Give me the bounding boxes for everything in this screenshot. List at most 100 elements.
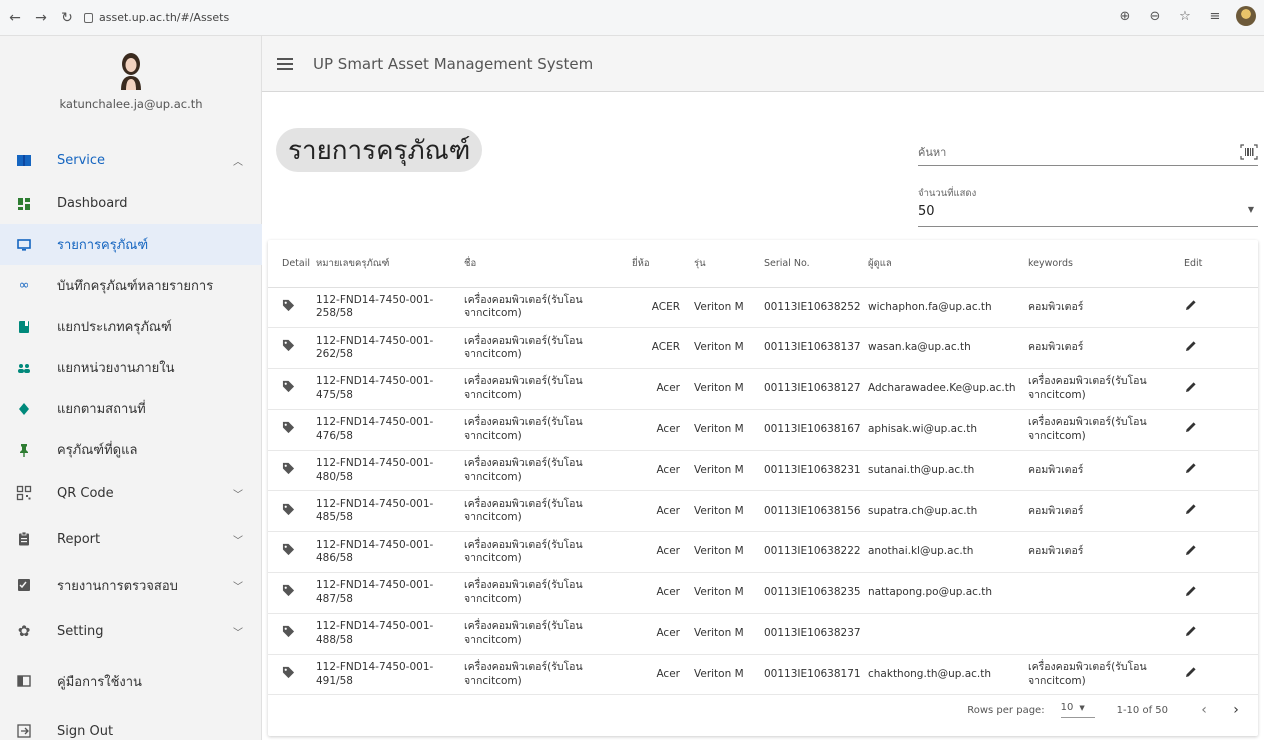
pencil-icon[interactable] (1184, 298, 1198, 312)
next-page-icon[interactable]: › (1226, 702, 1246, 718)
sidebar-item-label: Dashboard (57, 196, 128, 211)
model-cell: Veriton M (690, 572, 760, 614)
sidebar-item-service[interactable]: Service ︿ (0, 137, 262, 183)
tag-icon[interactable] (282, 462, 295, 475)
zoom-icon[interactable]: ⊖ (1146, 9, 1164, 24)
tag-icon[interactable] (282, 543, 295, 556)
pencil-icon[interactable] (1184, 543, 1198, 557)
browser-profile-avatar[interactable] (1236, 6, 1256, 26)
sidebar-item-manual[interactable]: คู่มือการใช้งาน (0, 654, 262, 708)
table-row: 112-FND14-7450-001-480/58 เครื่องคอมพิวเ… (268, 450, 1258, 492)
caret-down-icon: ▼ (1079, 704, 1085, 712)
chevron-down-icon: ﹀ (233, 627, 243, 639)
pencil-icon[interactable] (1184, 420, 1198, 434)
lock-icon (84, 12, 93, 23)
sidebar-item-dashboard[interactable]: Dashboard (0, 183, 262, 224)
owner-cell: anothai.kl@up.ac.th (864, 531, 1024, 574)
tag-icon[interactable] (282, 299, 295, 312)
display-count-select[interactable]: จำนวนที่แสดง 50 ▼ (918, 186, 1258, 227)
serial-cell: 00113IE10638127 (760, 368, 864, 410)
edit-cell (1184, 368, 1258, 410)
col-owner: ผู้ดูแล (864, 240, 1024, 288)
back-arrow-icon[interactable]: ← (4, 7, 26, 29)
edit-cell (1184, 327, 1258, 370)
tag-icon[interactable] (282, 503, 295, 516)
barcode-scan-icon[interactable] (1240, 144, 1258, 160)
edit-cell (1184, 409, 1258, 451)
reading-list-icon[interactable]: ≡ (1206, 9, 1224, 24)
pencil-icon[interactable] (1184, 461, 1198, 475)
table-row: 112-FND14-7450-001-258/58 เครื่องคอมพิวเ… (268, 287, 1258, 329)
address-bar[interactable]: asset.up.ac.th/#/Assets (84, 6, 229, 30)
chevron-down-icon: ﹀ (233, 581, 243, 593)
brand-cell: Acer (628, 368, 690, 410)
asset-number-cell: 112-FND14-7450-001-258/58 (312, 287, 460, 329)
pencil-icon[interactable] (1184, 624, 1198, 638)
edit-cell (1184, 531, 1258, 574)
browser-toolbar: ← → ↻ asset.up.ac.th/#/Assets ⊕ ⊖ ☆ ≡ (0, 0, 1264, 36)
reload-icon[interactable]: ↻ (56, 7, 78, 29)
pencil-icon[interactable] (1184, 380, 1198, 394)
pencil-icon[interactable] (1184, 339, 1198, 353)
sidebar-item-sign-out[interactable]: Sign Out (0, 708, 262, 754)
chevron-up-icon: ︿ (233, 156, 243, 168)
tag-icon[interactable] (282, 666, 295, 679)
sidebar-item-my-assets[interactable]: ครุภัณฑ์ที่ดูแล (0, 429, 262, 470)
sidebar-item-report[interactable]: Report ﹀ (0, 516, 262, 562)
sidebar-item-by-type[interactable]: แยกประเภทครุภัณฑ์ (0, 306, 262, 347)
sidebar-item-asset-list[interactable]: รายการครุภัณฑ์ (0, 224, 262, 265)
tag-icon[interactable] (282, 584, 295, 597)
prev-page-icon[interactable]: ‹ (1194, 702, 1214, 718)
table-row: 112-FND14-7450-001-488/58 เครื่องคอมพิวเ… (268, 613, 1258, 655)
asset-number-cell: 112-FND14-7450-001-476/58 (312, 409, 460, 451)
col-brand: ยี่ห้อ (628, 240, 690, 288)
star-icon[interactable]: ☆ (1176, 9, 1194, 24)
col-asset-number: หมายเลขครุภัณฑ์ (312, 240, 460, 288)
chevron-down-icon: ﹀ (233, 489, 243, 501)
sidebar-item-label: แยกตามสถานที่ (57, 402, 146, 417)
tag-icon[interactable] (282, 339, 295, 352)
sidebar-item-qr-code[interactable]: QR Code ﹀ (0, 470, 262, 516)
table-pagination: Rows per page: 10 ▼ 1-10 of 50 ‹ › (268, 684, 1258, 736)
forward-arrow-icon[interactable]: → (30, 7, 52, 29)
model-cell: Veriton M (690, 490, 760, 533)
name-cell: เครื่องคอมพิวเตอร์(รับโอนจากcitcom) (460, 409, 628, 451)
keywords-cell: คอมพิวเตอร์ (1024, 287, 1184, 329)
name-cell: เครื่องคอมพิวเตอร์(รับโอนจากcitcom) (460, 368, 628, 410)
asset-number-cell: 112-FND14-7450-001-487/58 (312, 572, 460, 614)
serial-cell: 00113IE10638231 (760, 450, 864, 492)
sidebar-item-label: Service (57, 152, 106, 168)
sidebar-item-by-location[interactable]: แยกตามสถานที่ (0, 388, 262, 429)
owner-cell: wasan.ka@up.ac.th (864, 327, 1024, 370)
install-icon[interactable]: ⊕ (1116, 9, 1134, 24)
pencil-icon[interactable] (1184, 502, 1198, 516)
display-count-value: 50 (918, 204, 935, 219)
tag-icon[interactable] (282, 625, 295, 638)
detail-cell (268, 572, 312, 614)
serial-cell: 00113IE10638167 (760, 409, 864, 451)
model-cell: Veriton M (690, 368, 760, 410)
serial-cell: 00113IE10638137 (760, 327, 864, 370)
sidebar-item-setting[interactable]: ✿ Setting ﹀ (0, 608, 262, 654)
pencil-icon[interactable] (1184, 584, 1198, 598)
search-input[interactable] (918, 140, 1218, 164)
rows-per-page-select[interactable]: 10 ▼ (1060, 702, 1095, 718)
edit-cell (1184, 613, 1258, 655)
sidebar-item-batch-record[interactable]: ∞ บันทึกครุภัณฑ์หลายรายการ (0, 265, 262, 306)
name-cell: เครื่องคอมพิวเตอร์(รับโอนจากcitcom) (460, 572, 628, 614)
tag-icon[interactable] (282, 380, 295, 393)
sidebar-item-by-department[interactable]: แยกหน่วยงานภายใน (0, 347, 262, 388)
avatar[interactable] (116, 50, 146, 90)
tag-icon[interactable] (282, 421, 295, 434)
owner-cell: supatra.ch@up.ac.th (864, 490, 1024, 533)
asset-number-cell: 112-FND14-7450-001-262/58 (312, 327, 460, 370)
menu-icon[interactable] (277, 57, 293, 70)
sidebar-item-audit-report[interactable]: รายงานการตรวจสอบ ﹀ (0, 562, 262, 608)
model-cell: Veriton M (690, 409, 760, 451)
place-icon (19, 402, 29, 415)
sidebar-item-label: รายงานการตรวจสอบ (57, 578, 178, 594)
serial-cell: 00113IE10638156 (760, 490, 864, 533)
page-range: 1-10 of 50 (1116, 704, 1168, 716)
detail-cell (268, 368, 312, 410)
pencil-icon[interactable] (1184, 665, 1198, 679)
